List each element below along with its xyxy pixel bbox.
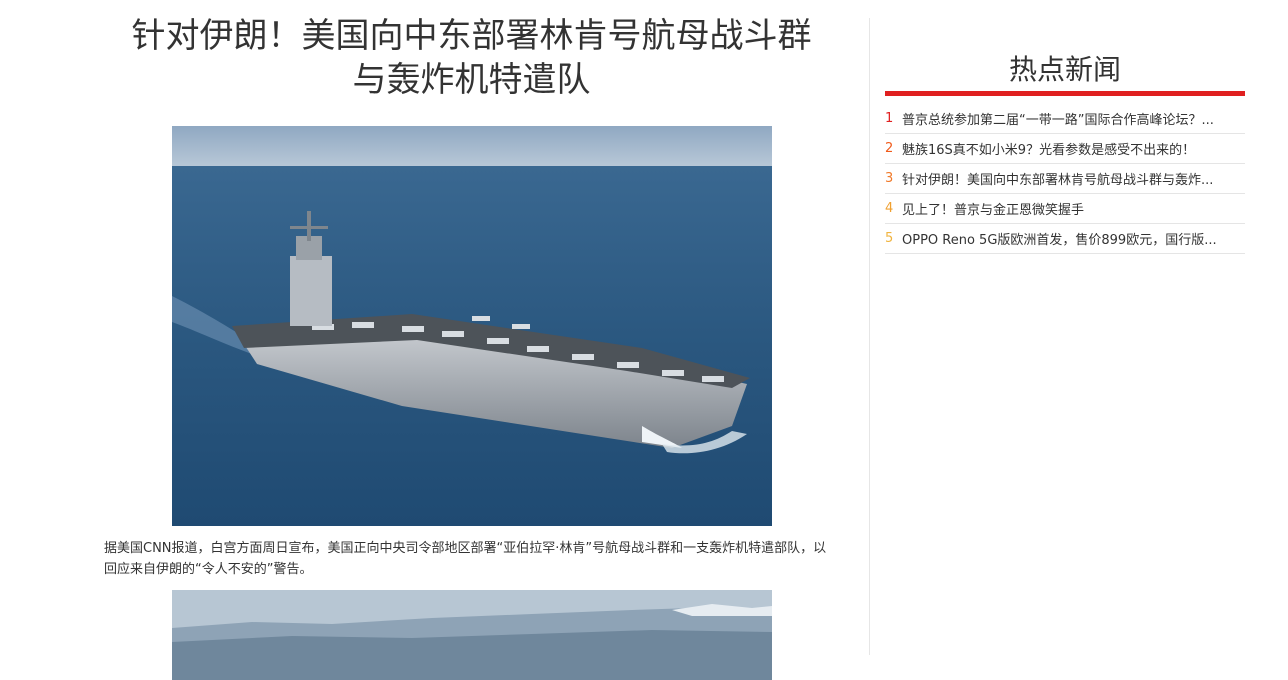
news-link[interactable]: OPPO Reno 5G版欧洲首发，售价899欧元，国行版...: [902, 229, 1217, 248]
coastline-image: [171, 590, 772, 680]
news-link[interactable]: 针对伊朗！美国向中东部署林肯号航母战斗群与轰炸...: [902, 169, 1213, 188]
news-item-3[interactable]: 3 针对伊朗！美国向中东部署林肯号航母战斗群与轰炸...: [885, 164, 1245, 194]
news-item-4[interactable]: 4 见上了！普京与金正恩微笑握手: [885, 194, 1245, 224]
hot-news-sidebar: 热点新闻 1 普京总统参加第二届“一带一路”国际合作高峰论坛？... 2 魅族1…: [885, 50, 1245, 254]
article-title-line1: 针对伊朗！美国向中东部署林肯号航母战斗群: [131, 16, 812, 56]
column-divider: [869, 18, 870, 655]
sidebar-title: 热点新闻: [1008, 53, 1121, 86]
news-rank: 5: [885, 231, 894, 246]
aircraft-carrier-image: [171, 126, 772, 526]
article-caption: 据美国CNN报道，白宫方面周日宣布，美国正向中央司令部地区部署“亚伯拉罕·林肯”…: [104, 541, 827, 577]
article-title: 针对伊朗！美国向中东部署林肯号航母战斗群 与轰炸机特遣队: [104, 14, 839, 102]
article: 针对伊朗！美国向中东部署林肯号航母战斗群 与轰炸机特遣队 据美国CNN报道，白宫…: [104, 14, 839, 680]
news-link[interactable]: 见上了！普京与金正恩微笑握手: [902, 199, 1084, 218]
sidebar-title-underline: [885, 91, 1245, 96]
aircraft-carrier-photo: [171, 126, 772, 526]
news-rank: 3: [885, 171, 894, 186]
news-item-1[interactable]: 1 普京总统参加第二届“一带一路”国际合作高峰论坛？...: [885, 104, 1245, 134]
second-photo: [171, 590, 772, 680]
news-item-5[interactable]: 5 OPPO Reno 5G版欧洲首发，售价899欧元，国行版...: [885, 224, 1245, 254]
news-link[interactable]: 普京总统参加第二届“一带一路”国际合作高峰论坛？...: [902, 109, 1214, 128]
news-rank: 4: [885, 201, 894, 216]
article-title-line2: 与轰炸机特遣队: [352, 60, 591, 100]
hot-news-list: 1 普京总统参加第二届“一带一路”国际合作高峰论坛？... 2 魅族16S真不如…: [885, 104, 1245, 254]
news-rank: 1: [885, 111, 894, 126]
news-item-2[interactable]: 2 魅族16S真不如小米9？光看参数是感受不出来的！: [885, 134, 1245, 164]
news-link[interactable]: 魅族16S真不如小米9？光看参数是感受不出来的！: [902, 139, 1195, 158]
news-rank: 2: [885, 141, 894, 156]
